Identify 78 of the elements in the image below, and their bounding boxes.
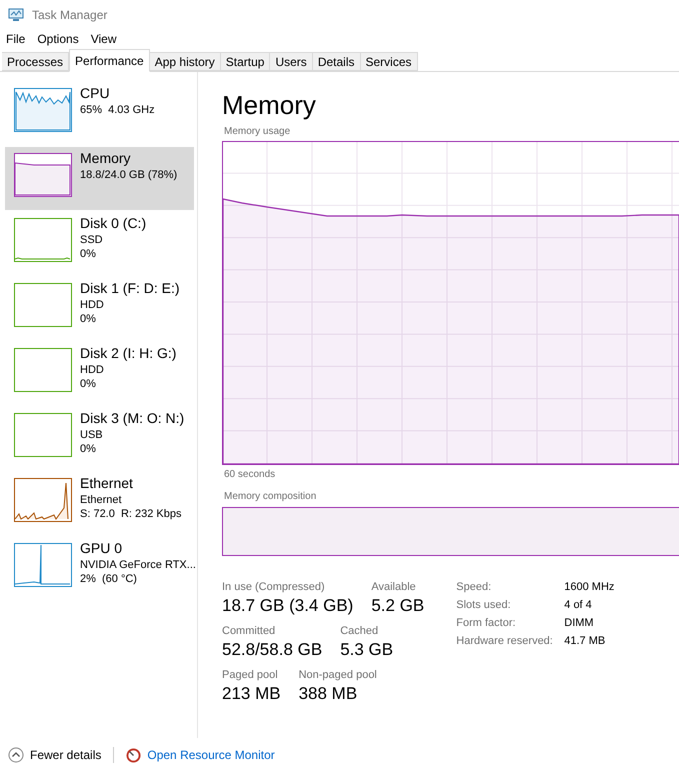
- stat-value: 52.8/58.8 GB: [222, 639, 322, 661]
- chevron-up-icon: [8, 747, 24, 763]
- sidebar-item[interactable]: Disk 1 (F: D: E:) HDD 0%: [5, 277, 194, 340]
- tab[interactable]: Startup: [220, 52, 270, 71]
- tab[interactable]: Processes: [2, 52, 70, 71]
- item-name: Disk 2 (I: H: G:): [80, 344, 176, 363]
- item-detail: NVIDIA GeForce RTX...: [80, 558, 196, 572]
- menu-item[interactable]: View: [90, 30, 116, 48]
- detail-key: Speed:: [456, 580, 564, 594]
- sidebar-item[interactable]: Ethernet Ethernet S: 72.0 R: 232 Kbps: [5, 472, 194, 535]
- graph-thumbnail: [14, 88, 72, 132]
- tab[interactable]: App history: [150, 52, 221, 71]
- detail-key: Hardware reserved:: [456, 634, 564, 648]
- window-title: Task Manager: [32, 7, 108, 24]
- detail-value: 41.7 MB: [564, 634, 606, 648]
- sidebar-item[interactable]: Memory 18.8/24.0 GB (78%): [5, 147, 194, 210]
- tab[interactable]: Services: [360, 52, 418, 71]
- item-name: Disk 1 (F: D: E:): [80, 279, 180, 298]
- item-detail: HDD: [80, 298, 105, 312]
- item-name: Disk 0 (C:): [80, 214, 146, 233]
- stat-label: Non-paged pool: [298, 668, 377, 682]
- item-name: Ethernet: [80, 474, 134, 493]
- detail-value: DIMM: [564, 616, 595, 630]
- sidebar-item[interactable]: Disk 3 (M: O: N:) USB 0%: [5, 407, 194, 470]
- graph-thumbnail: [14, 218, 72, 262]
- item-detail: 18.8/24.0 GB (78%): [80, 168, 178, 182]
- item-detail: S: 72.0 R: 232 Kbps: [80, 507, 182, 521]
- stat-label: Committed: [222, 624, 276, 638]
- stat-value: 388 MB: [298, 683, 358, 705]
- graph-thumbnail: [14, 283, 72, 327]
- sidebar-item[interactable]: CPU 65% 4.03 GHz: [5, 82, 194, 145]
- graph-thumbnail: [14, 478, 72, 522]
- sidebar-item[interactable]: GPU 0 NVIDIA GeForce RTX... 2% (60 °C): [5, 537, 194, 600]
- monitor-icon: [8, 8, 24, 22]
- detail-value: 1600 MHz: [564, 580, 614, 594]
- sidebar-item[interactable]: Disk 0 (C:) SSD 0%: [5, 212, 194, 275]
- page-title: Memory: [222, 90, 317, 120]
- fewer-details-button[interactable]: Fewer details: [8, 746, 102, 764]
- item-detail: USB: [80, 428, 104, 442]
- gauge-icon: [126, 748, 142, 762]
- item-detail: 0%: [80, 377, 97, 391]
- menu-item[interactable]: Options: [37, 30, 79, 48]
- graph-thumbnail: [14, 348, 72, 392]
- detail-key: Form factor:: [456, 616, 564, 630]
- graph-thumbnail: [14, 413, 72, 457]
- stat-label: Available: [371, 580, 417, 594]
- stat-label: In use (Compressed): [222, 580, 326, 594]
- tab[interactable]: Performance: [69, 49, 150, 72]
- item-name: CPU: [80, 84, 111, 103]
- graph-thumbnail: [14, 153, 72, 197]
- item-name: Disk 3 (M: O: N:): [80, 409, 184, 428]
- item-detail: 0%: [80, 442, 97, 456]
- tab[interactable]: Details: [312, 52, 360, 71]
- detail-value: 4 of 4: [564, 598, 593, 612]
- stat-label: Cached: [340, 624, 380, 638]
- stat-value: 18.7 GB (3.4 GB): [222, 595, 354, 617]
- detail-key: Slots used:: [456, 598, 564, 612]
- item-detail: 2% (60 °C): [80, 572, 138, 586]
- chart-label: Memory usage: [224, 125, 292, 139]
- item-detail: HDD: [80, 363, 105, 377]
- item-detail: 65% 4.03 GHz: [80, 103, 155, 117]
- menu-item[interactable]: File: [6, 30, 26, 48]
- chart-label: Memory composition: [224, 490, 318, 504]
- item-detail: SSD: [80, 233, 104, 247]
- item-name: Memory: [80, 149, 132, 168]
- item-detail: Ethernet: [80, 493, 123, 507]
- stat-value: 5.2 GB: [371, 595, 424, 617]
- resource-monitor-link[interactable]: Open Resource Monitor: [126, 746, 275, 764]
- item-detail: 0%: [80, 247, 97, 261]
- stat-label: Paged pool: [222, 668, 279, 682]
- time-label: 60 seconds: [224, 468, 276, 482]
- sidebar-item[interactable]: Disk 2 (I: H: G:) HDD 0%: [5, 342, 194, 405]
- stat-value: 213 MB: [222, 683, 281, 705]
- stat-value: 5.3 GB: [340, 639, 394, 661]
- item-name: GPU 0: [80, 539, 124, 558]
- item-detail: 0%: [80, 312, 97, 326]
- tab[interactable]: Users: [270, 52, 313, 71]
- graph-thumbnail: [14, 543, 72, 587]
